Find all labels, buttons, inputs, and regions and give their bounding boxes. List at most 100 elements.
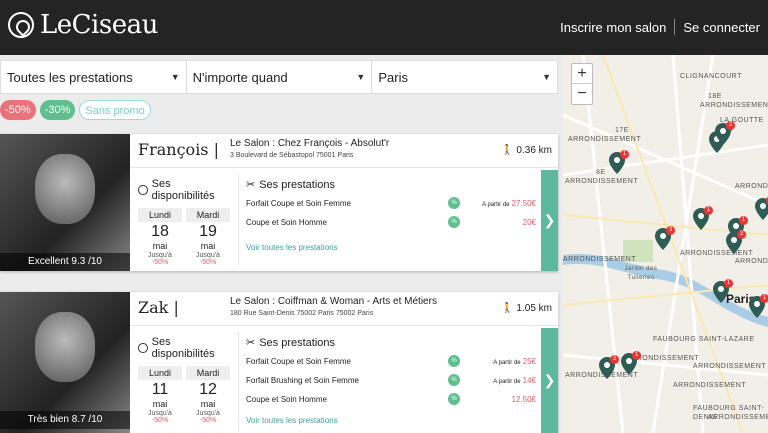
logo[interactable]: LeCiseau xyxy=(8,10,158,40)
salon-name[interactable]: Le Salon : Coiffman & Woman - Arts et Mé… xyxy=(230,296,437,307)
salon-map-pin[interactable]: 2 xyxy=(715,121,735,145)
see-all-services-link[interactable]: Voir toutes les prestations xyxy=(246,243,536,252)
nav-divider xyxy=(674,19,676,35)
service-name: Forfait Coupe et Soin Femme xyxy=(246,357,351,366)
register-salon-link[interactable]: Inscrire mon salon xyxy=(560,20,666,35)
walk-icon: 🚶 xyxy=(501,303,514,314)
until-label: Jusqu'à xyxy=(148,410,172,417)
salon-map-pin[interactable]: 3 xyxy=(726,230,746,254)
price-value: 20€ xyxy=(522,218,536,227)
stylist-name[interactable]: Zak | xyxy=(138,298,179,317)
pin-count: 3 xyxy=(610,355,619,364)
rating-badge: Très bien 8.7 /10 xyxy=(0,411,130,429)
next-arrow-button[interactable]: ❯ xyxy=(541,328,558,433)
distance: 🚶 0.36 km xyxy=(501,145,552,156)
day-name: Lundi xyxy=(138,366,182,380)
salon-name[interactable]: Le Salon : Chez François - Absolut'r xyxy=(230,138,389,149)
map[interactable]: + − CLIGNANCOURT 18E ARRONDISSEMENT LA G… xyxy=(563,55,768,433)
pin-count: 2 xyxy=(726,121,735,130)
day-slot[interactable]: Lundi 11 mai Jusqu'à -50% xyxy=(138,366,182,424)
zoom-control: + − xyxy=(571,63,593,105)
chevron-down-icon: ▼ xyxy=(542,72,552,82)
day-name: Mardi xyxy=(186,208,230,222)
map-label: ARRONDISSEMENT xyxy=(673,382,747,389)
stylist-photo: Excellent 9.3 /10 xyxy=(0,134,130,271)
until-label: Jusqu'à xyxy=(148,252,172,259)
day-slot[interactable]: Lundi 18 mai Jusqu'à -50% xyxy=(138,208,182,266)
services-section: ✂ Ses prestations Forfait Coupe et Soin F… xyxy=(246,336,536,426)
card-header: Zak | Le Salon : Coiffman & Woman - Arts… xyxy=(130,292,558,326)
map-label: ARRONDISSEMENT xyxy=(565,178,639,185)
pin-count: 1 xyxy=(704,206,713,215)
promo-percent-icon: % xyxy=(448,374,460,386)
service-row[interactable]: Forfait Coupe et Soin Femme % A partir d… xyxy=(246,353,536,372)
clock-icon xyxy=(138,343,148,353)
section-divider xyxy=(238,174,239,266)
chevron-right-icon: ❯ xyxy=(543,212,556,228)
stylist-card[interactable]: Excellent 9.3 /10 François | Le Salon : … xyxy=(0,134,558,271)
services-label: Ses prestations xyxy=(259,336,336,349)
promo-50-toggle[interactable]: -50% xyxy=(0,100,36,120)
logo-text: LeCiseau xyxy=(40,10,158,40)
service-price: 20€ xyxy=(523,218,536,227)
service-price: A partir de 25€ xyxy=(493,357,536,366)
salon-map-pin[interactable]: 1 xyxy=(609,150,629,174)
service-row[interactable]: Forfait Brushing et Soin Femme % A parti… xyxy=(246,372,536,391)
salon-map-pin[interactable]: 3 xyxy=(655,226,675,250)
location-select-value: Paris xyxy=(378,69,408,85)
logo-icon xyxy=(8,12,34,38)
location-select[interactable]: Paris ▼ xyxy=(372,61,557,93)
promo-30-toggle[interactable]: -30% xyxy=(39,100,76,120)
stylist-name[interactable]: François | xyxy=(138,140,219,159)
salon-map-pin[interactable]: 3 xyxy=(599,355,619,379)
map-label: ARRONDISSEMENT xyxy=(735,258,768,265)
availability-section: Ses disponibilités Lundi 18 mai Jusqu'à … xyxy=(138,178,233,266)
day-name: Lundi xyxy=(138,208,182,222)
day-slot[interactable]: Mardi 12 mai Jusqu'à -50% xyxy=(186,366,230,424)
salon-map-pin[interactable]: 1 xyxy=(621,351,641,375)
from-label: A partir de xyxy=(482,202,510,208)
map-label: Jardin des Tuileries xyxy=(624,266,658,281)
distance: 🚶 1.05 km xyxy=(501,303,552,314)
date-select-value: N'importe quand xyxy=(192,69,288,85)
chevron-down-icon: ▼ xyxy=(356,72,366,82)
availability-label: Ses disponibilités xyxy=(151,178,215,202)
day-slot[interactable]: Mardi 19 mai Jusqu'à -50% xyxy=(186,208,230,266)
chevron-right-icon: ❯ xyxy=(543,372,556,388)
stylist-card[interactable]: Très bien 8.7 /10 Zak | Le Salon : Coiff… xyxy=(0,292,558,433)
login-link[interactable]: Se connecter xyxy=(683,20,760,35)
map-label: ARRONDISSEMENT xyxy=(563,256,637,263)
distance-value: 1.05 km xyxy=(516,303,552,314)
see-all-services-link[interactable]: Voir toutes les prestations xyxy=(246,416,536,425)
from-label: A partir de xyxy=(493,360,521,366)
service-row[interactable]: Coupe et Soin Homme % 12.50€ xyxy=(246,391,536,410)
salon-map-pin[interactable]: 1 xyxy=(755,196,768,220)
day-promo: -50% xyxy=(199,417,217,424)
services-title: ✂ Ses prestations xyxy=(246,178,536,192)
service-row[interactable]: Coupe et Soin Homme % 20€ xyxy=(246,214,536,233)
service-select[interactable]: Toutes les prestations ▼ xyxy=(1,61,187,93)
map-label: ARRONDISSEMENT xyxy=(708,414,768,421)
salon-map-pin[interactable]: 1 xyxy=(749,294,768,318)
salon-address: 3 Boulevard de Sébastopol 75001 Paris xyxy=(230,152,354,159)
price-value: 25€ xyxy=(522,357,536,366)
price-value: 27.50€ xyxy=(511,199,536,208)
day-month: mai xyxy=(152,399,168,409)
service-name: Forfait Coupe et Soin Femme xyxy=(246,199,351,208)
no-promo-toggle[interactable]: Sans promo xyxy=(79,100,151,120)
service-price: A partir de 27.50€ xyxy=(482,199,536,208)
promo-percent-icon: % xyxy=(448,216,460,228)
zoom-out-button[interactable]: − xyxy=(572,84,592,104)
zoom-in-button[interactable]: + xyxy=(572,64,592,84)
service-row[interactable]: Forfait Coupe et Soin Femme % A partir d… xyxy=(246,195,536,214)
day-number: 18 xyxy=(151,223,169,240)
salon-map-pin[interactable]: 1 xyxy=(693,206,713,230)
service-name: Coupe et Soin Homme xyxy=(246,395,327,404)
salon-map-pin[interactable]: 1 xyxy=(713,279,733,303)
rating-badge: Excellent 9.3 /10 xyxy=(0,253,130,271)
date-select[interactable]: N'importe quand ▼ xyxy=(187,61,373,93)
next-arrow-button[interactable]: ❯ xyxy=(541,170,558,271)
day-number: 19 xyxy=(199,223,217,240)
scissors-icon: ✂ xyxy=(246,179,256,191)
until-label: Jusqu'à xyxy=(196,410,220,417)
